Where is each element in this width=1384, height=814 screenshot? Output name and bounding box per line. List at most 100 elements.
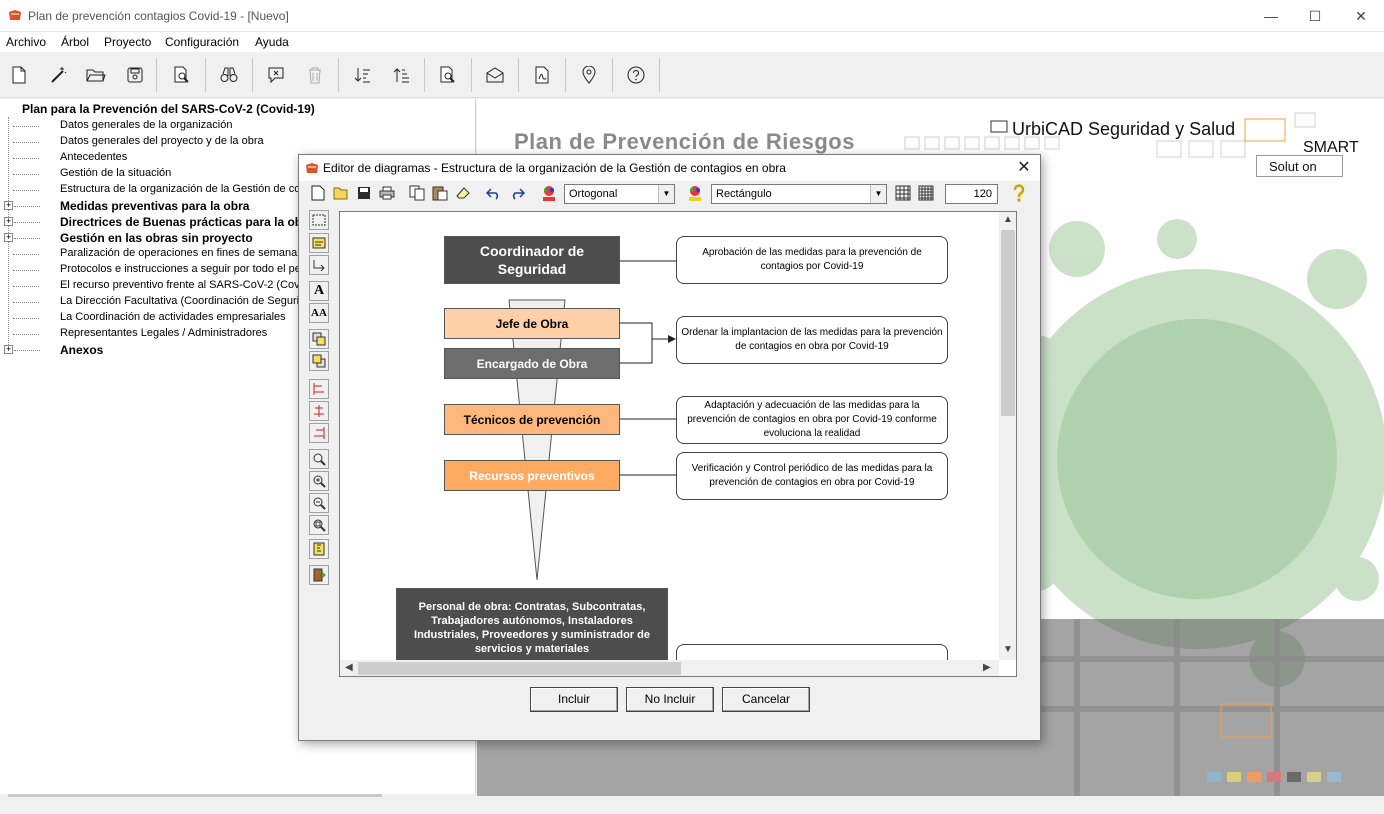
scroll-right-icon[interactable]: ▶ [983, 662, 991, 673]
bring-front-icon[interactable] [309, 329, 329, 349]
cancel-button[interactable]: Cancelar [722, 687, 810, 712]
connector-type-value: Ortogonal [569, 188, 618, 200]
include-button[interactable]: Incluir [530, 687, 618, 712]
role-box-jefe-obra[interactable]: Jefe de Obra [444, 308, 620, 339]
diagram-help-icon[interactable] [1009, 183, 1029, 203]
open-folder-icon[interactable] [81, 60, 111, 90]
role-box-recursos[interactable]: Recursos preventivos [444, 460, 620, 491]
align-right-icon[interactable] [309, 423, 329, 443]
note-ordenar[interactable]: Ordenar la implantacion de las medidas p… [676, 316, 948, 364]
ruler-icon[interactable] [309, 539, 329, 559]
shape-type-select[interactable]: Rectángulo ▼ [711, 184, 887, 204]
scroll-left-icon[interactable]: ◀ [345, 662, 353, 673]
tree-item-label: Datos generales de la organización [60, 119, 233, 131]
menu-configuracion[interactable]: Configuración [165, 35, 239, 49]
role-box-personal-obra[interactable]: Personal de obra: Contratas, Subcontrata… [396, 588, 668, 668]
scroll-up-icon[interactable]: ▲ [1003, 214, 1013, 225]
comment-icon[interactable] [261, 60, 291, 90]
connector-jefe-encargado [620, 322, 653, 364]
main-toolbar [0, 52, 1384, 98]
document-search-icon[interactable] [433, 60, 463, 90]
zoom-fit-icon[interactable] [309, 449, 329, 469]
connector-color-icon[interactable] [539, 183, 559, 203]
tree-horizontal-scrollbar[interactable] [0, 794, 476, 814]
exit-icon[interactable] [309, 565, 329, 585]
note-aprobacion[interactable]: Aprobación de las medidas para la preven… [676, 236, 948, 284]
connector-tool-icon[interactable] [309, 255, 329, 275]
note-adaptacion[interactable]: Adaptación y adecuación de las medidas p… [676, 396, 948, 444]
no-include-button[interactable]: No Incluir [626, 687, 714, 712]
tree-item-label: Datos generales del proyecto y de la obr… [60, 135, 264, 147]
grid-icon[interactable] [893, 183, 913, 203]
diagram-eraser-icon[interactable] [453, 183, 473, 203]
zoom-input[interactable]: 120 [945, 184, 998, 204]
shape-type-value: Rectángulo [716, 188, 772, 200]
menu-bar: Archivo Árbol Proyecto Configuración Ayu… [0, 32, 1384, 52]
diagram-canvas[interactable]: Coordinador de Seguridad Jefe de Obra En… [339, 211, 1017, 677]
insert-box-tool-icon[interactable] [309, 233, 329, 253]
location-pin-icon[interactable] [574, 60, 604, 90]
envelope-icon[interactable] [480, 60, 510, 90]
role-box-encargado-obra[interactable]: Encargado de Obra [444, 348, 620, 379]
save-icon[interactable] [120, 60, 150, 90]
brand-name: UrbiCAD Seguridad y Salud [1012, 119, 1236, 139]
minimize-button[interactable]: — [1248, 0, 1294, 32]
align-center-icon[interactable] [309, 401, 329, 421]
diagram-print-icon[interactable] [377, 183, 397, 203]
banner-title: Plan de Prevención de Riesgos [514, 129, 855, 154]
tree-item[interactable]: Datos generales de la organización [0, 118, 476, 134]
expand-icon[interactable]: + [4, 217, 13, 226]
expand-icon[interactable]: + [4, 201, 13, 210]
align-left-icon[interactable] [309, 379, 329, 399]
diagram-copy-icon[interactable] [407, 183, 427, 203]
diagram-paste-icon[interactable] [430, 183, 450, 203]
diagram-open-icon[interactable] [331, 183, 351, 203]
note-verificacion[interactable]: Verificación y Control periódico de las … [676, 452, 948, 500]
tree-item-label: La Dirección Facultativa (Coordinación d… [60, 295, 306, 307]
role-box-coordinador[interactable]: Coordinador de Seguridad [444, 236, 620, 284]
menu-archivo[interactable]: Archivo [6, 35, 46, 49]
diagram-editor-dialog: Editor de diagramas - Estructura de la o… [298, 154, 1041, 741]
binoculars-icon[interactable] [214, 60, 244, 90]
canvas-horizontal-scrollbar[interactable]: ◀ ▶ [340, 660, 999, 676]
sort-descending-icon[interactable] [347, 60, 377, 90]
zoom-in-icon[interactable] [309, 471, 329, 491]
sort-ascending-icon[interactable] [386, 60, 416, 90]
expand-icon[interactable]: + [4, 345, 13, 354]
diagram-new-icon[interactable] [308, 183, 328, 203]
tree-root[interactable]: Plan para la Prevención del SARS-CoV-2 (… [22, 102, 315, 116]
canvas-vertical-scrollbar[interactable]: ▲ ▼ [999, 212, 1016, 660]
print-preview-icon[interactable] [167, 60, 197, 90]
diagram-undo-icon[interactable] [484, 183, 504, 203]
help-icon[interactable] [621, 60, 651, 90]
role-box-tecnicos[interactable]: Técnicos de prevención [444, 404, 620, 435]
magic-wand-icon[interactable] [43, 60, 73, 90]
zoom-page-icon[interactable] [309, 515, 329, 535]
pdf-icon[interactable] [527, 60, 557, 90]
expand-icon[interactable]: + [4, 233, 13, 242]
tree-item-label: Medidas preventivas para la obra [60, 199, 250, 213]
menu-arbol[interactable]: Árbol [61, 35, 89, 49]
zoom-out-icon[interactable] [309, 493, 329, 513]
font-size-tool-icon[interactable]: AA [309, 303, 329, 323]
tree-item-label: Anexos [60, 343, 104, 357]
dialog-close-button[interactable]: ✕ [1011, 157, 1037, 179]
tree-item[interactable]: Datos generales del proyecto y de la obr… [0, 134, 476, 150]
shape-color-icon[interactable] [685, 183, 705, 203]
diagram-save-icon[interactable] [354, 183, 374, 203]
new-file-icon[interactable] [4, 60, 34, 90]
close-button[interactable]: ✕ [1338, 0, 1384, 32]
diagram-redo-icon[interactable] [507, 183, 527, 203]
hierarchy-funnel [508, 299, 566, 581]
snap-grid-icon[interactable] [916, 183, 936, 203]
scroll-down-icon[interactable]: ▼ [1003, 644, 1013, 655]
tree-item-label: Representantes Legales / Administradores [60, 327, 268, 339]
menu-proyecto[interactable]: Proyecto [104, 35, 151, 49]
send-back-icon[interactable] [309, 351, 329, 371]
trash-icon[interactable] [300, 60, 330, 90]
text-tool-icon[interactable]: A [309, 281, 329, 301]
select-tool-icon[interactable] [309, 210, 329, 230]
maximize-button[interactable]: ☐ [1292, 0, 1338, 32]
connector-type-select[interactable]: Ortogonal ▼ [564, 184, 675, 204]
menu-ayuda[interactable]: Ayuda [255, 35, 289, 49]
